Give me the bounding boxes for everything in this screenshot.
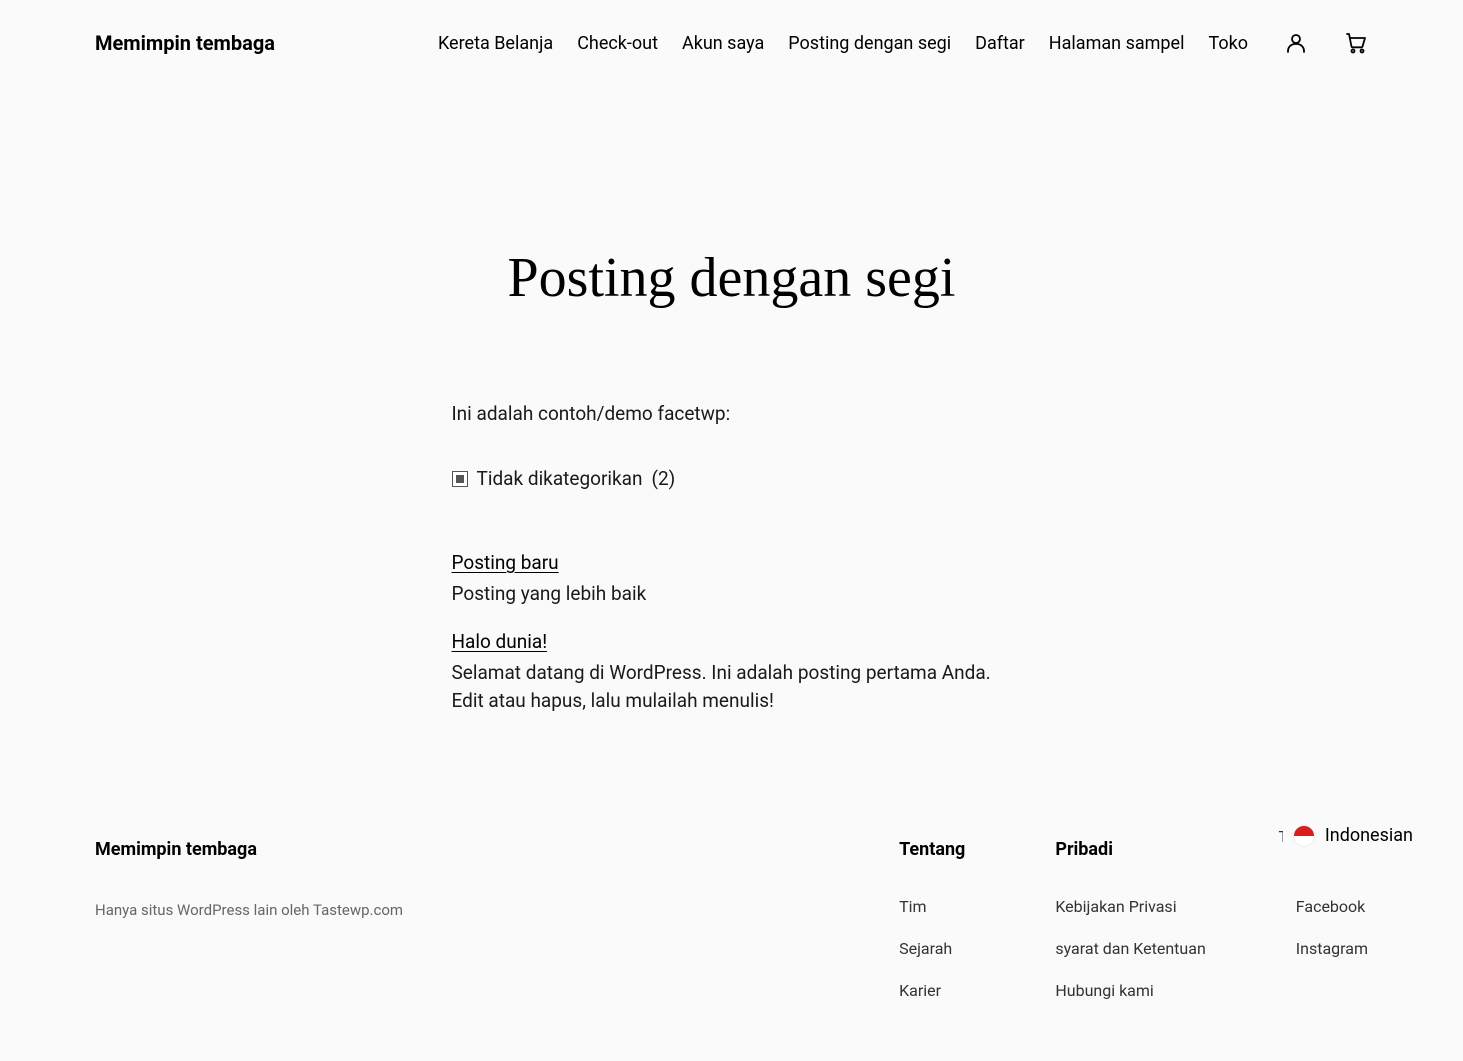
nav-link-sample-page[interactable]: Halaman sampel — [1049, 30, 1185, 57]
language-label: Indonesian — [1325, 822, 1413, 849]
checkbox-icon[interactable] — [452, 471, 468, 487]
primary-nav: Kereta Belanja Check-out Akun saya Posti… — [438, 30, 1248, 57]
nav-link-posting[interactable]: Posting dengan segi — [788, 30, 951, 57]
footer-link-career[interactable]: Karier — [899, 979, 965, 1003]
site-title[interactable]: Memimpin tembaga — [95, 28, 275, 58]
footer-link-privacy[interactable]: Kebijakan Privasi — [1055, 895, 1205, 919]
post-excerpt: Posting yang lebih baik — [452, 580, 1012, 609]
nav-link-daftar[interactable]: Daftar — [975, 30, 1025, 57]
nav-wrapper: Kereta Belanja Check-out Akun saya Posti… — [438, 30, 1368, 57]
post-item: Halo dunia! Selamat datang di WordPress.… — [452, 628, 1012, 716]
footer-site-title[interactable]: Memimpin tembaga — [95, 836, 839, 863]
footer-about: Memimpin tembaga Hanya situs WordPress l… — [95, 836, 839, 1021]
footer-columns: Tentang Tim Sejarah Karier Pribadi Kebij… — [899, 836, 1368, 1021]
footer-col-private: Pribadi Kebijakan Privasi syarat dan Ket… — [1055, 836, 1205, 1021]
post-excerpt: Selamat datang di WordPress. Ini adalah … — [452, 659, 1012, 716]
nav-link-shop[interactable]: Toko — [1208, 30, 1248, 57]
facet-label: Tidak dikategorikan — [477, 465, 643, 494]
footer-link-team[interactable]: Tim — [899, 895, 965, 919]
footer-link-facebook[interactable]: Facebook — [1296, 895, 1368, 919]
post-title-link[interactable]: Posting baru — [452, 551, 559, 574]
site-footer: Memimpin tembaga Hanya situs WordPress l… — [0, 736, 1463, 1061]
footer-link-instagram[interactable]: Instagram — [1296, 937, 1368, 961]
cart-icon[interactable] — [1344, 31, 1368, 55]
footer-heading: Tentang — [899, 836, 965, 863]
nav-link-cart[interactable]: Kereta Belanja — [438, 30, 553, 57]
facet-count: (2) — [651, 465, 675, 494]
header-icons — [1284, 31, 1368, 55]
account-icon[interactable] — [1284, 31, 1308, 55]
footer-col-social: Sosial Facebook Instagram — [1296, 836, 1368, 1021]
main-content: Ini adalah contoh/demo facetwp: Tidak di… — [432, 400, 1032, 716]
nav-link-account[interactable]: Akun saya — [682, 30, 764, 57]
footer-link-contact[interactable]: Hubungi kami — [1055, 979, 1205, 1003]
nav-link-checkout[interactable]: Check-out — [577, 30, 658, 57]
intro-text: Ini adalah contoh/demo facetwp: — [452, 400, 1012, 429]
footer-link-terms[interactable]: syarat dan Ketentuan — [1055, 937, 1205, 961]
footer-tagline: Hanya situs WordPress lain oleh Tastewp.… — [95, 899, 839, 922]
language-switcher[interactable]: Indonesian — [1283, 816, 1423, 855]
flag-icon — [1293, 825, 1315, 847]
page-title: Posting dengan segi — [0, 236, 1463, 320]
post-item: Posting baru Posting yang lebih baik — [452, 549, 1012, 608]
post-title-link[interactable]: Halo dunia! — [452, 630, 548, 653]
footer-link-history[interactable]: Sejarah — [899, 937, 965, 961]
footer-col-about: Tentang Tim Sejarah Karier — [899, 836, 965, 1021]
site-header: Memimpin tembaga Kereta Belanja Check-ou… — [0, 0, 1463, 86]
facet-checkbox-row[interactable]: Tidak dikategorikan (2) — [452, 465, 1012, 494]
footer-heading: Pribadi — [1055, 836, 1205, 863]
